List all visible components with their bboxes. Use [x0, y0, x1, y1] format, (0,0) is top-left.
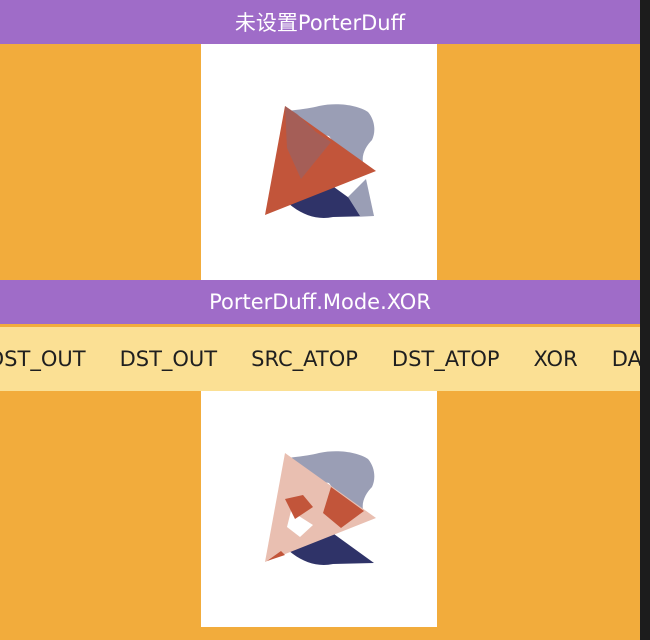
mode-item[interactable]: DST_OUT: [0, 327, 103, 391]
mode-item[interactable]: XOR: [517, 327, 595, 391]
mode-item[interactable]: SRC_ATOP: [234, 327, 375, 391]
canvas-xor: [201, 391, 437, 627]
mode-selector-strip[interactable]: DST_OUT DST_OUT SRC_ATOP DST_ATOP XOR DA…: [0, 327, 640, 391]
canvas-original: [201, 44, 437, 280]
mode-item[interactable]: DST_ATOP: [375, 327, 517, 391]
page-title: 未设置PorterDuff: [234, 11, 406, 35]
app-root: 未设置PorterDuff PorterDuff.Mode.XOR DST_OU…: [0, 0, 640, 640]
original-composite-image: [265, 104, 376, 218]
mode-item[interactable]: DARKEN: [595, 327, 640, 391]
mode-title: PorterDuff.Mode.XOR: [209, 290, 431, 314]
mode-list[interactable]: DST_OUT DST_OUT SRC_ATOP DST_ATOP XOR DA…: [0, 327, 640, 391]
xor-composite-image: [265, 451, 376, 565]
title-bar-mode: PorterDuff.Mode.XOR: [0, 280, 640, 324]
title-bar-top: 未设置PorterDuff: [0, 0, 640, 44]
mode-item[interactable]: DST_OUT: [103, 327, 235, 391]
window-edge: [640, 0, 650, 640]
